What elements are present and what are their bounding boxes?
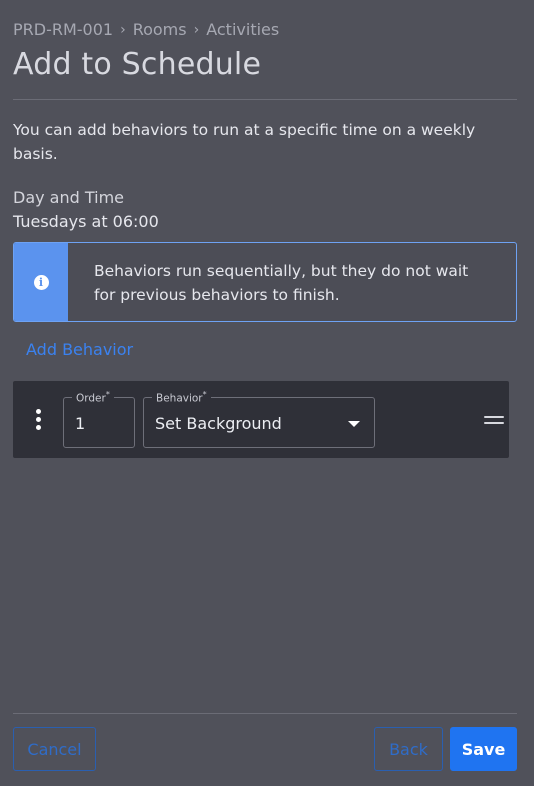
back-button[interactable]: Back <box>374 727 443 771</box>
more-options-icon[interactable] <box>35 409 43 431</box>
behavior-row: Order* 1 Behavior* Set Background <box>13 381 509 458</box>
info-alert-text: Behaviors run sequentially, but they do … <box>94 262 469 304</box>
info-icon: i <box>33 274 49 290</box>
cancel-button[interactable]: Cancel <box>13 727 96 771</box>
behavior-select[interactable]: Behavior* Set Background <box>143 390 375 448</box>
info-icon-strip: i <box>14 243 68 321</box>
day-time-label: Day and Time <box>13 188 125 207</box>
info-alert: i Behaviors run sequentially, but they d… <box>13 242 517 322</box>
drag-handle-icon[interactable] <box>484 416 504 424</box>
breadcrumb: PRD-RM-001 › Rooms › Activities <box>13 20 279 39</box>
page-title: Add to Schedule <box>13 47 262 82</box>
page-description: You can add behaviors to run at a specif… <box>13 121 476 163</box>
footer-divider <box>13 713 517 714</box>
behavior-select-value[interactable]: Set Background <box>155 414 282 433</box>
order-field-label: Order* <box>72 390 114 405</box>
order-field[interactable]: Order* 1 <box>63 390 135 448</box>
breadcrumb-separator: › <box>193 21 200 38</box>
order-input[interactable]: 1 <box>75 414 85 433</box>
title-divider <box>13 99 517 100</box>
add-behavior-button[interactable]: Add Behavior <box>26 340 133 359</box>
breadcrumb-item-device[interactable]: PRD-RM-001 <box>13 20 113 39</box>
behavior-field-label: Behavior* <box>152 390 211 405</box>
breadcrumb-item-rooms[interactable]: Rooms <box>133 20 187 39</box>
day-time-value: Tuesdays at 06:00 <box>13 212 159 231</box>
breadcrumb-separator: › <box>120 21 126 38</box>
caret-down-icon[interactable] <box>348 421 360 427</box>
breadcrumb-item-activities[interactable]: Activities <box>206 20 279 39</box>
save-button[interactable]: Save <box>450 727 517 771</box>
